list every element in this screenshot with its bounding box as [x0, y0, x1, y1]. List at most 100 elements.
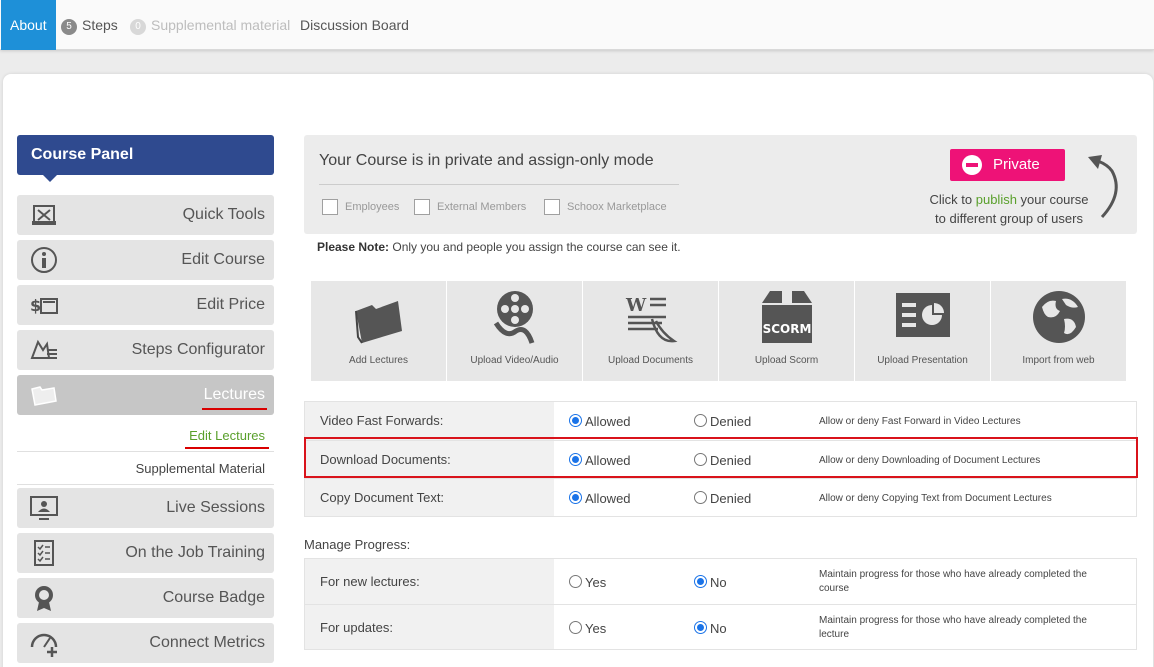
permission-row-copy-document-text: Copy Document Text: Allowed Denied Allow…	[305, 478, 1136, 516]
sidebar-item-live-sessions[interactable]: Live Sessions	[17, 488, 274, 528]
progress-description: Maintain progress for those who have alr…	[819, 614, 1119, 642]
publish-link[interactable]: publish	[976, 192, 1017, 207]
sidebar-subitem-label: Supplemental Material	[136, 461, 265, 476]
schoox-marketplace-checkbox[interactable]: Schoox Marketplace	[544, 198, 667, 216]
no-radio[interactable]: No	[694, 575, 727, 590]
tab-steps[interactable]: 5 Steps	[61, 0, 118, 50]
publish-hint-before: Click to	[930, 192, 976, 207]
info-icon	[29, 246, 59, 274]
external-members-checkbox[interactable]: External Members	[414, 198, 526, 216]
privacy-note: Please Note: Only you and people you ass…	[317, 240, 681, 254]
top-tab-bar: About 5 Steps 0Supplemental material Disc…	[0, 0, 1154, 50]
sidebar-item-on-the-job-training[interactable]: On the Job Training	[17, 533, 274, 573]
badge-icon	[29, 584, 59, 612]
tile-label: Upload Video/Audio	[447, 355, 582, 366]
radio-button[interactable]	[694, 491, 707, 504]
checkbox-box[interactable]	[414, 199, 430, 215]
radio-label: Yes	[585, 575, 606, 590]
sidebar-item-course-badge[interactable]: Course Badge	[17, 578, 274, 618]
progress-description: Maintain progress for those who have alr…	[819, 568, 1119, 596]
denied-radio[interactable]: Denied	[694, 414, 751, 429]
denied-radio[interactable]: Denied	[694, 491, 751, 506]
checkbox-box[interactable]	[322, 199, 338, 215]
sidebar-item-lectures[interactable]: Lectures	[17, 375, 274, 415]
privacy-mode-text: Your Course is in private and assign-onl…	[319, 152, 654, 170]
sidebar-item-quick-tools[interactable]: Quick Tools	[17, 195, 274, 235]
add-lectures-tile[interactable]: Add Lectures	[311, 281, 446, 381]
svg-text:W: W	[625, 295, 647, 316]
sidebar-item-steps-configurator[interactable]: Steps Configurator	[17, 330, 274, 370]
permission-name: Copy Document Text:	[305, 479, 554, 516]
live-sessions-icon	[29, 494, 59, 522]
tab-supplemental-material[interactable]: 0Supplemental material	[130, 0, 290, 50]
allowed-radio[interactable]: Allowed	[569, 414, 631, 429]
progress-name: For updates:	[305, 605, 554, 649]
sidebar-item-connect-metrics[interactable]: Connect Metrics	[17, 623, 274, 663]
tile-label: Upload Presentation	[855, 355, 990, 366]
upload-scorm-tile[interactable]: SCORM Upload Scorm	[719, 281, 854, 381]
publish-hint-after: your course	[1017, 192, 1089, 207]
checkbox-box[interactable]	[544, 199, 560, 215]
sidebar-item-label: Connect Metrics	[149, 623, 265, 663]
permission-description: Allow or deny Fast Forward in Video Lect…	[819, 415, 1021, 429]
radio-label: Yes	[585, 621, 606, 636]
sidebar-item-edit-course[interactable]: Edit Course	[17, 240, 274, 280]
scorm-text: SCORM	[763, 322, 812, 336]
checkbox-label: Schoox Marketplace	[567, 201, 667, 213]
price-icon: $	[29, 291, 59, 319]
permission-description: Allow or deny Copying Text from Document…	[819, 492, 1052, 506]
course-panel-notch	[43, 175, 57, 182]
yes-radio[interactable]: Yes	[569, 621, 606, 636]
scorm-box-icon: SCORM	[758, 289, 816, 347]
radio-button[interactable]	[569, 491, 582, 504]
upload-presentation-tile[interactable]: Upload Presentation	[855, 281, 990, 381]
folder-icon	[350, 289, 408, 347]
radio-label: Denied	[710, 414, 751, 429]
radio-button[interactable]	[569, 621, 582, 634]
tile-label: Upload Scorm	[719, 355, 854, 366]
privacy-divider	[319, 184, 679, 185]
publish-hint-line2: to different group of users	[935, 211, 1083, 226]
privacy-note-text: Only you and people you assign the cours…	[389, 240, 681, 254]
upload-documents-tile[interactable]: W Upload Documents	[583, 281, 718, 381]
import-from-web-tile[interactable]: Import from web	[991, 281, 1126, 381]
radio-button[interactable]	[694, 621, 707, 634]
upload-video-audio-tile[interactable]: Upload Video/Audio	[447, 281, 582, 381]
radio-button[interactable]	[694, 575, 707, 588]
no-radio[interactable]: No	[694, 621, 727, 636]
sidebar-item-label: Course Badge	[163, 578, 265, 618]
tile-label: Import from web	[991, 355, 1126, 366]
metrics-icon	[29, 629, 59, 657]
tab-about-label: About	[10, 17, 47, 33]
tab-about[interactable]: About	[1, 0, 56, 50]
quick-tools-icon	[29, 201, 59, 229]
sidebar-item-edit-price[interactable]: $ Edit Price	[17, 285, 274, 325]
steps-count-badge: 5	[61, 19, 77, 35]
yes-radio[interactable]: Yes	[569, 575, 606, 590]
curved-arrow-icon	[1082, 153, 1126, 221]
checkbox-label: Employees	[345, 201, 399, 213]
sidebar-item-label: Edit Course	[181, 240, 265, 280]
radio-label: Allowed	[585, 491, 631, 506]
presentation-icon	[894, 289, 952, 347]
upload-tiles: Add Lectures Upload Video/Audio W Upload…	[311, 281, 1125, 381]
radio-button[interactable]	[694, 414, 707, 427]
no-entry-icon	[962, 155, 982, 175]
sidebar-item-label: Steps Configurator	[132, 330, 265, 370]
radio-button[interactable]	[569, 575, 582, 588]
progress-row-new-lectures: For new lectures: Yes No Maintain progre…	[305, 559, 1136, 604]
employees-checkbox[interactable]: Employees	[322, 198, 399, 216]
private-button[interactable]: Private	[950, 149, 1065, 181]
tab-steps-label: Steps	[82, 17, 118, 33]
sidebar-subitem-edit-lectures[interactable]: Edit Lectures	[17, 420, 274, 452]
permission-row-video-fast-forwards: Video Fast Forwards: Allowed Denied Allo…	[305, 402, 1136, 440]
private-button-label: Private	[993, 149, 1040, 181]
highlight-box	[304, 437, 1138, 478]
tile-label: Upload Documents	[583, 355, 718, 366]
tab-discussion-board[interactable]: Discussion Board	[300, 0, 409, 50]
radio-button[interactable]	[569, 414, 582, 427]
sidebar-subitem-supplemental-material[interactable]: Supplemental Material	[17, 453, 274, 485]
radio-label: Denied	[710, 491, 751, 506]
privacy-note-label: Please Note:	[317, 240, 389, 254]
allowed-radio[interactable]: Allowed	[569, 491, 631, 506]
